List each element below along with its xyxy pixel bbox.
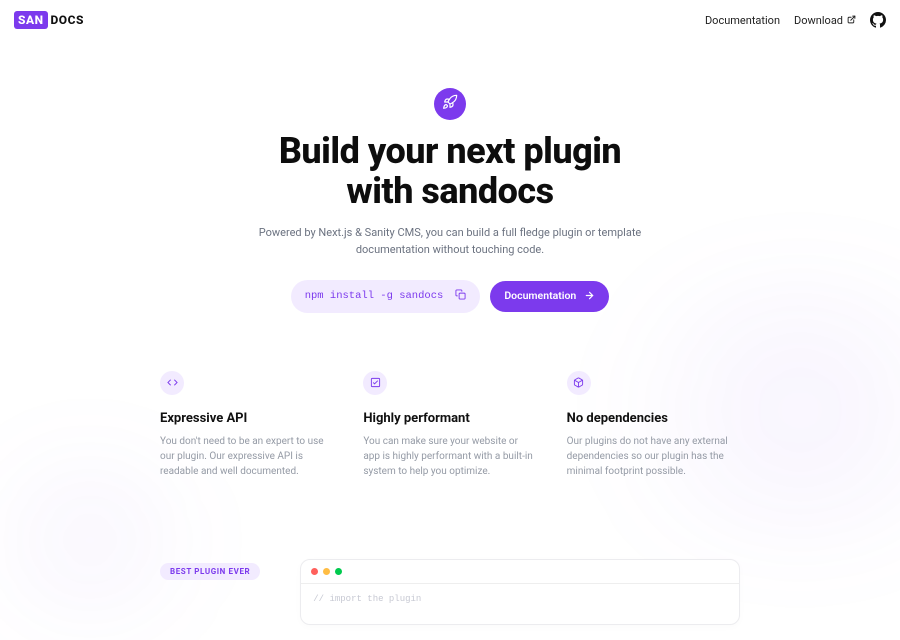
- lower-section: BEST PLUGIN EVER // import the plugin: [0, 479, 900, 625]
- hero-title-line2: with sandocs: [346, 170, 553, 212]
- hero-title: Build your next plugin with sandocs: [40, 132, 860, 211]
- hero-subtitle: Powered by Next.js & Sanity CMS, you can…: [250, 225, 650, 258]
- feature-icon-wrap: [160, 371, 184, 395]
- copy-icon: [455, 289, 466, 304]
- nav-documentation[interactable]: Documentation: [705, 14, 780, 27]
- nav-links: Documentation Download: [705, 12, 886, 28]
- install-command-text: npm install -g sandocs: [305, 291, 444, 302]
- hero: Build your next plugin with sandocs Powe…: [0, 88, 900, 313]
- window-min-dot: [323, 568, 330, 575]
- performance-icon: [370, 373, 381, 392]
- window-max-dot: [335, 568, 342, 575]
- github-link[interactable]: [870, 12, 886, 28]
- brand-rest: DOCS: [51, 13, 84, 27]
- feature-title: Expressive API: [160, 411, 333, 426]
- github-icon: [870, 12, 886, 28]
- nav-download-label: Download: [794, 14, 843, 27]
- best-plugin-badge: BEST PLUGIN EVER: [160, 563, 260, 580]
- code-window-titlebar: [301, 560, 739, 584]
- code-comment-line: // import the plugin: [313, 594, 421, 604]
- lower-left: BEST PLUGIN EVER: [160, 559, 260, 580]
- feature-icon-wrap: [363, 371, 387, 395]
- nav-download[interactable]: Download: [794, 14, 856, 27]
- external-link-icon: [847, 14, 856, 27]
- install-command[interactable]: npm install -g sandocs: [291, 280, 481, 313]
- nav-documentation-label: Documentation: [705, 14, 780, 27]
- feature-highly-performant: Highly performant You can make sure your…: [363, 371, 536, 479]
- brand-logo[interactable]: SAN DOCS: [14, 11, 84, 29]
- package-icon: [573, 373, 584, 392]
- code-window-body: // import the plugin: [301, 584, 739, 624]
- features-grid: Expressive API You don't need to be an e…: [0, 313, 900, 479]
- code-icon: [167, 373, 178, 392]
- feature-expressive-api: Expressive API You don't need to be an e…: [160, 371, 333, 479]
- cta-documentation-button[interactable]: Documentation: [490, 281, 609, 313]
- feature-no-dependencies: No dependencies Our plugins do not have …: [567, 371, 740, 479]
- feature-title: No dependencies: [567, 411, 740, 426]
- cta-documentation-label: Documentation: [504, 291, 576, 302]
- code-window: // import the plugin: [300, 559, 740, 625]
- feature-body: You can make sure your website or app is…: [363, 434, 536, 479]
- top-nav: SAN DOCS Documentation Download: [0, 0, 900, 40]
- feature-body: Our plugins do not have any external dep…: [567, 434, 740, 479]
- hero-ctas: npm install -g sandocs Documentation: [291, 280, 610, 313]
- window-close-dot: [311, 568, 318, 575]
- feature-title: Highly performant: [363, 411, 536, 426]
- feature-icon-wrap: [567, 371, 591, 395]
- hero-title-line1: Build your next plugin: [279, 130, 621, 172]
- brand-chip: SAN: [14, 11, 48, 29]
- feature-body: You don't need to be an expert to use ou…: [160, 434, 333, 479]
- hero-icon-badge: [434, 88, 466, 120]
- arrow-right-icon: [584, 290, 595, 304]
- rocket-icon: [442, 94, 458, 114]
